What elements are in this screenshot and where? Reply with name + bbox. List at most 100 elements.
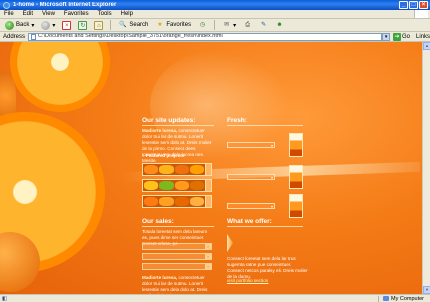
go-label: Go — [401, 33, 410, 40]
window-title: 1-home - Microsoft Internet Explorer — [13, 2, 117, 8]
home-icon: ⌂ — [94, 20, 104, 30]
title-bar: 1-home - Microsoft Internet Explorer _ □… — [0, 0, 430, 10]
chevron-down-icon: ▾ — [270, 204, 273, 209]
history-button[interactable]: ◷ — [196, 20, 209, 31]
history-icon: ◷ — [199, 21, 206, 28]
chevron-down-icon: ▾ — [233, 22, 237, 29]
product-select[interactable]: ▾ — [227, 142, 275, 148]
juice-box-image — [289, 165, 303, 189]
featured-projects-link[interactable]: » Featured projects — [142, 153, 184, 159]
fresh-heading: Fresh: — [227, 117, 247, 124]
zone-label: My Computer — [390, 295, 424, 302]
edit-button[interactable]: ✎ — [257, 20, 270, 31]
orange-half-image — [10, 42, 110, 112]
fresh-product[interactable]: ▾ — [227, 194, 303, 218]
refresh-icon: ↻ — [78, 20, 88, 30]
back-button[interactable]: ‹ Back ▾ — [3, 20, 36, 31]
project-thumbnail[interactable] — [142, 195, 212, 208]
offer-text: Consect loreetat sem dela lar trus sugem… — [227, 256, 308, 279]
window-controls: _ □ × — [399, 1, 428, 9]
chevron-down-icon: ▾ — [270, 143, 273, 148]
chevron-down-icon: ▾ — [31, 22, 35, 29]
arrow-icon: › — [205, 254, 211, 259]
windows-logo — [414, 10, 428, 18]
menu-tools[interactable]: Tools — [98, 11, 112, 17]
star-icon: ★ — [157, 21, 163, 28]
vertical-scrollbar[interactable]: ▲ ▼ — [422, 42, 430, 294]
search-button[interactable]: 🔍 Search — [116, 20, 150, 31]
forward-button[interactable]: › ▾ — [39, 20, 57, 31]
print-button[interactable]: ⎙ — [241, 20, 254, 31]
updates-text-bold: Madiorte luresa, — [142, 128, 178, 133]
project-thumbnail[interactable] — [142, 163, 212, 176]
back-label: Back — [16, 22, 30, 28]
ie-icon — [3, 1, 10, 9]
close-button[interactable]: × — [419, 1, 428, 9]
fresh-product[interactable]: ▾ — [227, 165, 303, 189]
sales-bottom-text: Madiorte luresa, consectetuer dolor trui… — [142, 275, 214, 294]
sales-list-row[interactable]: › — [142, 243, 212, 250]
menu-view[interactable]: View — [42, 11, 55, 17]
messenger-button[interactable]: ☻ — [273, 20, 286, 31]
chevron-down-icon: ▾ — [52, 22, 56, 29]
computer-icon — [382, 296, 389, 301]
portfolio-link[interactable]: visit portfolio section — [227, 278, 268, 283]
juice-box-image — [289, 194, 303, 218]
address-label: Address — [3, 33, 26, 40]
updates-heading: Our site updates: — [142, 117, 196, 124]
offer-heading: What we offer: — [227, 218, 272, 225]
search-label: Search — [129, 22, 149, 28]
go-button[interactable]: ➔ Go — [392, 32, 410, 41]
divider — [227, 125, 303, 126]
menu-file[interactable]: File — [4, 11, 14, 17]
arrow-icon: › — [205, 264, 211, 269]
sales-list-row[interactable]: › — [142, 253, 212, 260]
divider — [142, 226, 214, 227]
search-icon: 🔍 — [119, 21, 127, 28]
chevron-down-icon: ▾ — [270, 175, 273, 180]
links-button[interactable]: Links — [416, 34, 430, 40]
fresh-product[interactable]: ▾ — [227, 133, 303, 157]
product-select[interactable]: ▾ — [227, 203, 275, 209]
menu-help[interactable]: Help — [121, 11, 133, 17]
menu-edit[interactable]: Edit — [23, 11, 33, 17]
page-done-icon: ◧ — [2, 295, 8, 302]
stop-icon: × — [62, 20, 72, 30]
page-icon — [31, 33, 37, 40]
arrow-icon: › — [205, 244, 211, 249]
go-arrow-icon: ➔ — [392, 32, 401, 41]
favorites-button[interactable]: ★ Favorites — [153, 20, 193, 31]
scroll-up-button[interactable]: ▲ — [423, 42, 430, 50]
minimize-button[interactable]: _ — [399, 1, 408, 9]
scroll-down-button[interactable]: ▼ — [423, 286, 430, 294]
project-thumbnail[interactable] — [142, 179, 212, 192]
address-url: C:\Documents and Settings\Desktop\Sample… — [38, 33, 223, 40]
mail-button[interactable]: ✉ ▾ — [220, 20, 238, 31]
sales-list-row[interactable]: › — [142, 263, 212, 270]
address-bar: Address C:\Documents and Settings\Deskto… — [0, 32, 430, 42]
print-icon: ⎙ — [245, 21, 250, 28]
sales-bottom-bold: Madiorte luresa, — [142, 275, 178, 280]
menu-bar: File Edit View Favorites Tools Help — [0, 10, 430, 19]
address-input[interactable]: C:\Documents and Settings\Desktop\Sample… — [28, 32, 383, 41]
refresh-button[interactable]: ↻ — [76, 20, 89, 31]
toolbar-separator — [110, 20, 112, 30]
divider — [142, 125, 214, 126]
decorative-arrow — [227, 234, 233, 252]
home-button[interactable]: ⌂ — [92, 20, 105, 31]
maximize-button[interactable]: □ — [409, 1, 418, 9]
product-select[interactable]: ▾ — [227, 174, 275, 180]
security-zone: My Computer — [377, 295, 424, 302]
juice-box-image — [289, 133, 303, 157]
sales-heading: Our sales: — [142, 218, 174, 225]
menu-favorites[interactable]: Favorites — [64, 11, 89, 17]
stop-button[interactable]: × — [60, 20, 73, 31]
address-dropdown[interactable]: ▾ — [382, 32, 390, 41]
favorites-label: Favorites — [166, 22, 192, 28]
status-bar: ◧ My Computer — [0, 294, 430, 302]
messenger-icon: ☻ — [276, 21, 283, 28]
forward-arrow-icon: › — [41, 20, 51, 30]
back-arrow-icon: ‹ — [5, 20, 14, 30]
toolbar-separator — [214, 20, 216, 30]
page-viewport: Our site updates: Madiorte luresa, conse… — [0, 42, 422, 294]
